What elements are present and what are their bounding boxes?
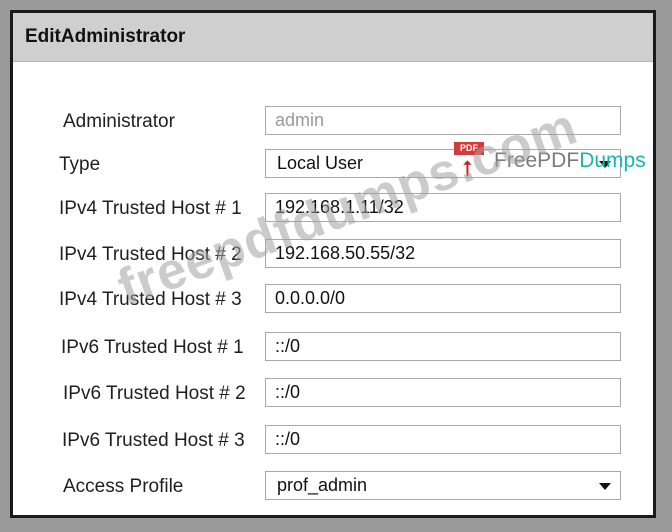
row-ipv4-host-3: IPv4 Trusted Host # 3 0.0.0.0/0	[13, 284, 653, 316]
row-ipv6-host-1: IPv6 Trusted Host # 1 ::/0	[13, 332, 653, 364]
type-select[interactable]: Local User	[265, 149, 621, 178]
access-profile-label: Access Profile	[63, 476, 184, 497]
ipv6-host-1-label: IPv6 Trusted Host # 1	[61, 337, 244, 358]
ipv4-host-2-field[interactable]: 192.168.50.55/32	[265, 239, 621, 268]
ipv4-host-3-label: IPv4 Trusted Host # 3	[59, 289, 242, 310]
ipv6-host-2-field[interactable]: ::/0	[265, 378, 621, 407]
chevron-down-icon	[599, 161, 611, 168]
ipv6-host-1-field[interactable]: ::/0	[265, 332, 621, 361]
access-profile-select-value: prof_admin	[277, 475, 368, 495]
row-administrator: Administrator admin	[13, 106, 653, 138]
ipv4-host-2-label: IPv4 Trusted Host # 2	[59, 244, 242, 265]
access-profile-select[interactable]: prof_admin	[265, 471, 621, 500]
ipv4-host-1-field[interactable]: 192.168.1.11/32	[265, 193, 621, 222]
ipv4-host-3-field[interactable]: 0.0.0.0/0	[265, 284, 621, 313]
ipv6-host-2-label: IPv6 Trusted Host # 2	[63, 383, 246, 404]
edit-administrator-dialog: EditAdministrator Administrator admin Ty…	[10, 10, 656, 518]
type-select-value: Local User	[277, 153, 364, 173]
dialog-titlebar: EditAdministrator	[13, 13, 653, 62]
ipv6-host-3-field[interactable]: ::/0	[265, 425, 621, 454]
row-access-profile: Access Profile prof_admin	[13, 471, 653, 503]
chevron-down-icon	[599, 483, 611, 490]
row-ipv4-host-2: IPv4 Trusted Host # 2 192.168.50.55/32	[13, 239, 653, 271]
ipv6-host-3-label: IPv6 Trusted Host # 3	[62, 430, 245, 451]
type-label: Type	[59, 154, 101, 175]
row-type: Type Local User	[13, 149, 653, 181]
administrator-field: admin	[265, 106, 621, 135]
row-ipv6-host-3: IPv6 Trusted Host # 3 ::/0	[13, 425, 653, 457]
row-ipv4-host-1: IPv4 Trusted Host # 1 192.168.1.11/32	[13, 193, 653, 225]
ipv4-host-1-label: IPv4 Trusted Host # 1	[59, 198, 242, 219]
administrator-label: Administrator	[63, 111, 175, 132]
dialog-title: EditAdministrator	[25, 26, 186, 47]
row-ipv6-host-2: IPv6 Trusted Host # 2 ::/0	[13, 378, 653, 410]
